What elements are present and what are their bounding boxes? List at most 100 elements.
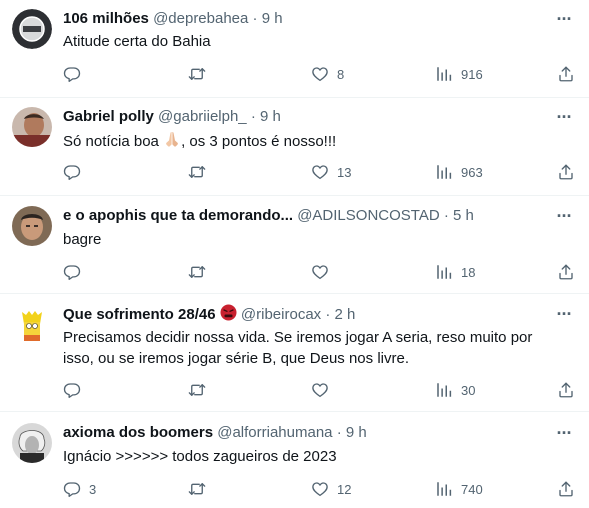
share-button[interactable] xyxy=(557,64,575,84)
author-handle[interactable]: @deprebahea xyxy=(153,10,248,27)
more-icon[interactable]: ··· xyxy=(553,304,575,324)
analytics-icon xyxy=(435,263,453,281)
view-count: 740 xyxy=(461,481,483,497)
angry-face-emoji xyxy=(220,304,237,324)
retweet-button[interactable] xyxy=(188,380,214,400)
avatar[interactable] xyxy=(12,423,52,463)
reply-button[interactable] xyxy=(63,162,89,182)
tweet-text: bagre xyxy=(63,231,102,248)
analytics-icon xyxy=(435,65,453,83)
analytics-icon xyxy=(435,480,453,498)
avatar[interactable] xyxy=(12,206,52,246)
analytics-icon xyxy=(435,381,453,399)
reply-button[interactable] xyxy=(63,262,89,282)
share-icon xyxy=(557,163,575,181)
author-name[interactable]: Gabriel polly xyxy=(63,108,154,125)
view-count: 18 xyxy=(461,264,476,280)
like-button[interactable]: 8 xyxy=(311,64,344,84)
reply-button[interactable] xyxy=(63,380,89,400)
share-button[interactable] xyxy=(557,479,575,499)
views-button[interactable]: 740 xyxy=(435,479,483,499)
retweet-button[interactable] xyxy=(188,162,214,182)
author-name[interactable]: axioma dos boomers xyxy=(63,424,213,441)
views-button[interactable]: 963 xyxy=(435,162,483,182)
reply-button[interactable] xyxy=(63,64,89,84)
separator-dot: · xyxy=(252,10,258,27)
heart-icon xyxy=(311,65,329,83)
tweet[interactable]: Que sofrimento 28/46 @ribeirocax · 2 h ·… xyxy=(0,294,589,412)
more-icon[interactable]: ··· xyxy=(553,107,575,127)
tweet[interactable]: Gabriel polly @gabriielph_ · 9 h ··· Só … xyxy=(0,98,589,196)
more-icon[interactable]: ··· xyxy=(553,9,575,29)
view-count: 916 xyxy=(461,66,483,82)
share-icon xyxy=(557,381,575,399)
share-button[interactable] xyxy=(557,162,575,182)
like-button[interactable]: 13 xyxy=(311,162,351,182)
like-count: 8 xyxy=(337,66,345,82)
tweet-text: Só notícia boa , os 3 pontos é nosso!!! xyxy=(63,130,568,154)
timestamp[interactable]: 9 h xyxy=(346,424,367,441)
retweet-icon xyxy=(188,480,206,498)
separator-dot: · xyxy=(250,108,256,125)
view-count: 963 xyxy=(461,164,483,180)
reply-icon xyxy=(63,163,81,181)
retweet-button[interactable] xyxy=(188,64,214,84)
author-name[interactable]: 106 milhões xyxy=(63,10,149,27)
tweet[interactable]: 106 milhões @deprebahea · 9 h ··· Atitud… xyxy=(0,0,589,98)
heart-icon xyxy=(311,263,329,281)
timestamp[interactable]: 2 h xyxy=(335,306,356,323)
tweet-text: Ignácio >>>>>> todos zagueiros de 2023 xyxy=(63,448,337,465)
author-name[interactable]: Que sofrimento 28/46 xyxy=(63,306,216,323)
retweet-icon xyxy=(188,263,206,281)
retweet-icon xyxy=(188,65,206,83)
reply-icon xyxy=(63,263,81,281)
reply-icon xyxy=(63,65,81,83)
avatar[interactable] xyxy=(12,304,52,344)
share-button[interactable] xyxy=(557,380,575,400)
share-icon xyxy=(557,263,575,281)
timestamp[interactable]: 5 h xyxy=(453,207,474,224)
views-button[interactable]: 30 xyxy=(435,380,475,400)
author-handle[interactable]: @alforriahumana xyxy=(217,424,332,441)
tweet[interactable]: e o apophis que ta demorando... @ADILSON… xyxy=(0,196,589,294)
heart-icon xyxy=(311,381,329,399)
heart-icon xyxy=(311,163,329,181)
like-count: 13 xyxy=(337,164,352,180)
more-icon[interactable]: ··· xyxy=(553,423,575,443)
reply-button[interactable]: 3 xyxy=(63,479,96,499)
analytics-icon xyxy=(435,163,453,181)
share-button[interactable] xyxy=(557,262,575,282)
reply-icon xyxy=(63,381,81,399)
tweet-text: Precisamos decidir nossa vida. Se iremos… xyxy=(63,329,533,367)
reply-count: 3 xyxy=(89,481,97,497)
like-button[interactable] xyxy=(311,380,337,400)
share-icon xyxy=(557,480,575,498)
views-button[interactable]: 18 xyxy=(435,262,475,282)
more-icon[interactable]: ··· xyxy=(553,206,575,226)
retweet-icon xyxy=(188,163,206,181)
timestamp[interactable]: 9 h xyxy=(260,108,281,125)
like-button[interactable]: 12 xyxy=(311,479,351,499)
retweet-button[interactable] xyxy=(188,262,214,282)
views-button[interactable]: 916 xyxy=(435,64,483,84)
separator-dot: · xyxy=(443,207,449,224)
retweet-button[interactable] xyxy=(188,479,214,499)
heart-icon xyxy=(311,480,329,498)
author-name[interactable]: e o apophis que ta demorando... xyxy=(63,207,293,224)
like-count: 12 xyxy=(337,481,352,497)
author-handle[interactable]: @ADILSONCOSTAD xyxy=(297,207,439,224)
tweet-text: Atitude certa do Bahia xyxy=(63,33,211,50)
avatar[interactable] xyxy=(12,107,52,147)
avatar[interactable] xyxy=(12,9,52,49)
separator-dot: · xyxy=(325,306,331,323)
reply-icon xyxy=(63,480,81,498)
like-button[interactable] xyxy=(311,262,337,282)
tweet[interactable]: axioma dos boomers @alforriahumana · 9 h… xyxy=(0,412,589,508)
folded-hands-emoji xyxy=(163,130,181,154)
separator-dot: · xyxy=(336,424,342,441)
author-handle[interactable]: @gabriielph_ xyxy=(158,108,247,125)
author-handle[interactable]: @ribeirocax xyxy=(241,306,321,323)
timestamp[interactable]: 9 h xyxy=(262,10,283,27)
view-count: 30 xyxy=(461,382,476,398)
share-icon xyxy=(557,65,575,83)
